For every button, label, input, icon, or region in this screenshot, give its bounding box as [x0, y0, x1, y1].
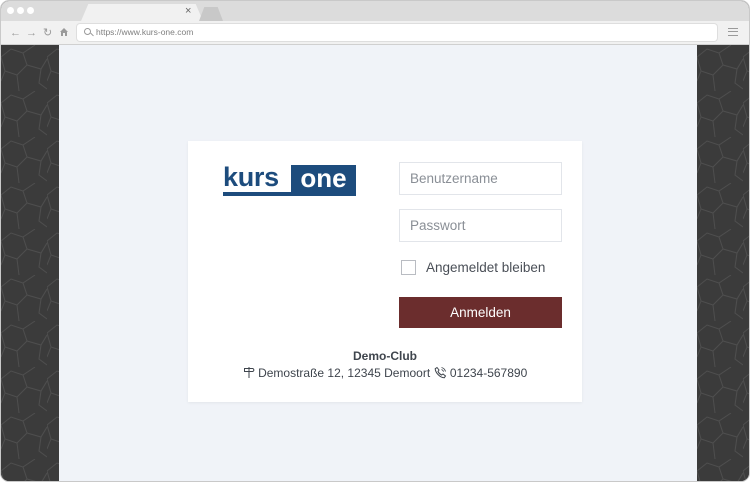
password-input[interactable]	[399, 209, 562, 242]
reload-icon[interactable]: ↻	[43, 26, 52, 40]
logo-underline	[223, 192, 356, 196]
browser-toolbar: ← → ↻ https://www.kurs-one.com	[1, 21, 749, 45]
remember-me-label[interactable]: Angemeldet bleiben	[426, 259, 545, 276]
background-pattern-left	[1, 45, 59, 481]
remember-me-checkbox[interactable]	[401, 260, 416, 275]
page-viewport: kurs one Angemeldet bleiben Anmelden Dem…	[1, 45, 749, 481]
back-arrow-icon[interactable]: ←	[10, 26, 21, 40]
address-bar-url[interactable]: https://www.kurs-one.com	[96, 26, 193, 39]
home-icon[interactable]	[59, 27, 69, 41]
tab-close-icon[interactable]: ×	[185, 5, 191, 17]
kurs-one-logo: kurs one	[223, 163, 356, 197]
window-close-dot-icon[interactable]	[7, 7, 14, 14]
browser-tab-strip: ×	[1, 1, 749, 21]
club-contact: Demostraße 12, 12345 Demoort 01234-56789…	[188, 366, 582, 381]
browser-menu-icon[interactable]	[728, 28, 738, 36]
club-name: Demo-Club	[353, 349, 417, 363]
login-page: kurs one Angemeldet bleiben Anmelden Dem…	[59, 45, 697, 481]
new-tab-button[interactable]	[199, 7, 223, 21]
phone-icon[interactable]	[434, 366, 447, 379]
club-phone[interactable]: 01234-567890	[450, 366, 527, 380]
address-bar[interactable]: https://www.kurs-one.com	[77, 24, 717, 41]
search-icon	[84, 28, 91, 35]
window-minimize-dot-icon[interactable]	[17, 7, 24, 14]
club-info: Demo-Club	[188, 349, 582, 364]
login-card: kurs one Angemeldet bleiben Anmelden Dem…	[188, 141, 582, 402]
forward-arrow-icon[interactable]: →	[26, 26, 37, 40]
signpost-icon	[243, 367, 255, 378]
club-address: Demostraße 12, 12345 Demoort	[258, 366, 431, 380]
browser-window: × ← → ↻ https://www.kurs-one.com kurs on…	[1, 1, 749, 481]
background-pattern-right	[697, 45, 749, 481]
login-button[interactable]: Anmelden	[399, 297, 562, 328]
logo-word-right: one	[291, 165, 356, 192]
window-maximize-dot-icon[interactable]	[27, 7, 34, 14]
username-input[interactable]	[399, 162, 562, 195]
logo-word-left: kurs	[223, 162, 279, 192]
